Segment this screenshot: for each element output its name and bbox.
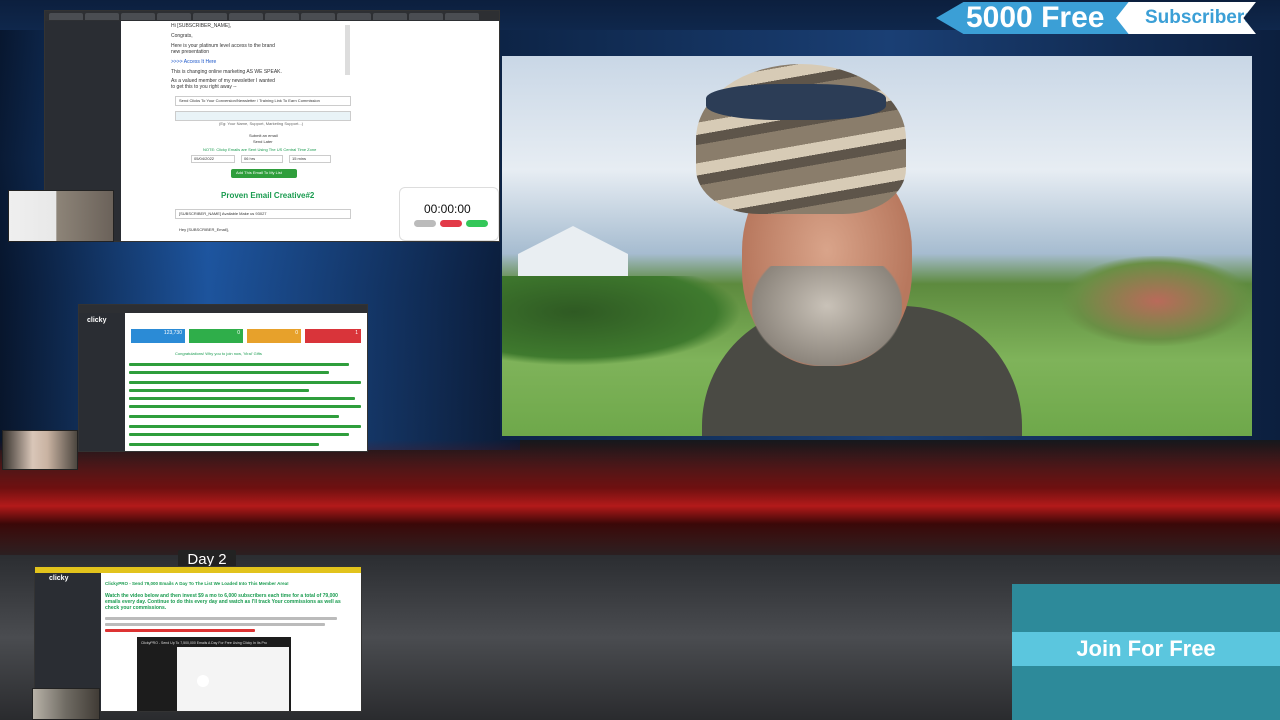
play-icon[interactable] xyxy=(197,675,209,687)
dashboard-heading: Congratulations! Why you to join now, 'V… xyxy=(175,351,262,356)
email-line: This is changing online marketing AS WE … xyxy=(171,69,282,75)
submit-email-label: Submit an email xyxy=(249,133,278,138)
dashboard-sidebar: clicky xyxy=(79,313,125,451)
stat-card-red: 1 xyxy=(305,329,361,343)
send-later-option[interactable]: Send Later xyxy=(253,139,273,144)
clickypro-bold-text: Watch the video below and then invest $9… xyxy=(105,593,345,611)
link-dropdown-value: Send Clicks To Your Conversion/Newslette… xyxy=(179,98,320,103)
browser-tab-bar xyxy=(79,305,367,313)
email-body-start: Hey [SUBSCRIBER_Email], xyxy=(179,227,229,232)
webcam-thumbnail-whiteboard xyxy=(8,190,114,242)
email-line: to get this to you right away -- xyxy=(171,84,237,90)
shrubs xyxy=(502,276,742,366)
banner-sub-text: Subscribers xyxy=(1145,7,1255,28)
creative-heading: Proven Email Creative#2 xyxy=(221,191,315,200)
stat-value: 123,730 xyxy=(163,330,182,336)
access-link[interactable]: >>>> Access It Here xyxy=(171,59,216,65)
join-panel: Join For Free xyxy=(1012,584,1280,720)
date-value: 05/04/2022 xyxy=(194,156,215,161)
timer-reset-button[interactable] xyxy=(414,220,436,227)
stat-value: 0 xyxy=(295,330,298,336)
video-player[interactable]: ClickyPRO - Send Up To 7,500,000 Emails … xyxy=(137,637,291,711)
email-body-area: Hi [SUBSCRIBER_NAME], Congrats, Here is … xyxy=(171,23,351,90)
link-dropdown[interactable]: Send Clicks To Your Conversion/Newslette… xyxy=(175,96,351,106)
timer-pause-button[interactable] xyxy=(440,220,462,227)
video-title: ClickyPRO - Send Up To 7,500,000 Emails … xyxy=(141,641,267,645)
stat-card-orange: 0 xyxy=(247,329,301,343)
banner-main-text: 5000 Free xyxy=(966,1,1105,34)
webcam-thumbnail-host xyxy=(2,430,78,470)
screen-capture-clicky-dashboard: clicky 123,730 0 0 1 Congratulations! Wh… xyxy=(78,304,368,452)
sunglasses xyxy=(706,84,886,120)
clickypro-bold-text-content: Watch the video below and then invest $9… xyxy=(105,593,341,611)
browser-tab-bar xyxy=(45,11,499,21)
hour-value: 06 hrs xyxy=(244,156,256,161)
subject-value: [SUBSCRIBER_NAME] Available Make us 9302… xyxy=(179,211,267,216)
email-line: Congrats, xyxy=(171,33,193,39)
trees-right xyxy=(1062,256,1252,346)
subscribers-banner: 5000 Free Subscribers xyxy=(936,0,1280,36)
clicky-logo: clicky xyxy=(49,575,69,582)
timezone-note: NOTE: Clicky Emails are Sent Using The U… xyxy=(203,147,317,152)
signature-hint: (Eg: Your Name, Support, Marketing Suppo… xyxy=(219,121,304,126)
add-email-button-label: Add This Email To My List xyxy=(236,170,282,175)
timer-start-button[interactable] xyxy=(466,220,488,227)
host-webcam-feed xyxy=(502,56,1252,436)
signature-field[interactable] xyxy=(175,111,351,121)
studio-red-band xyxy=(0,440,1280,560)
stat-value: 0 xyxy=(237,330,240,336)
timer-display: 00:00:00 xyxy=(424,202,471,216)
host-beard xyxy=(752,266,902,366)
webcam-thumbnail-room xyxy=(32,688,100,720)
timer-widget: 00:00:00 xyxy=(399,187,499,241)
minute-value: 15 mins xyxy=(292,156,307,161)
clicky-logo: clicky xyxy=(87,317,107,324)
minute-select[interactable]: 15 mins xyxy=(289,155,331,163)
clickypro-headline: ClickyPRO - Send 79,000 Emails A Day To … xyxy=(105,581,289,586)
stat-card-blue: 123,730 xyxy=(131,329,185,343)
stat-card-green: 0 xyxy=(189,329,243,343)
hour-select[interactable]: 06 hrs xyxy=(241,155,283,163)
stat-value: 1 xyxy=(355,330,358,336)
subject-field[interactable]: [SUBSCRIBER_NAME] Available Make us 9302… xyxy=(175,209,351,219)
scrollbar[interactable] xyxy=(345,25,350,75)
video-inset-page xyxy=(177,647,289,711)
add-email-button[interactable]: Add This Email To My List xyxy=(231,169,297,178)
email-line: new presentation xyxy=(171,49,210,55)
email-line: Hi [SUBSCRIBER_NAME], xyxy=(171,23,232,29)
join-for-free-button[interactable]: Join For Free xyxy=(1012,632,1280,666)
date-input[interactable]: 05/04/2022 xyxy=(191,155,235,163)
